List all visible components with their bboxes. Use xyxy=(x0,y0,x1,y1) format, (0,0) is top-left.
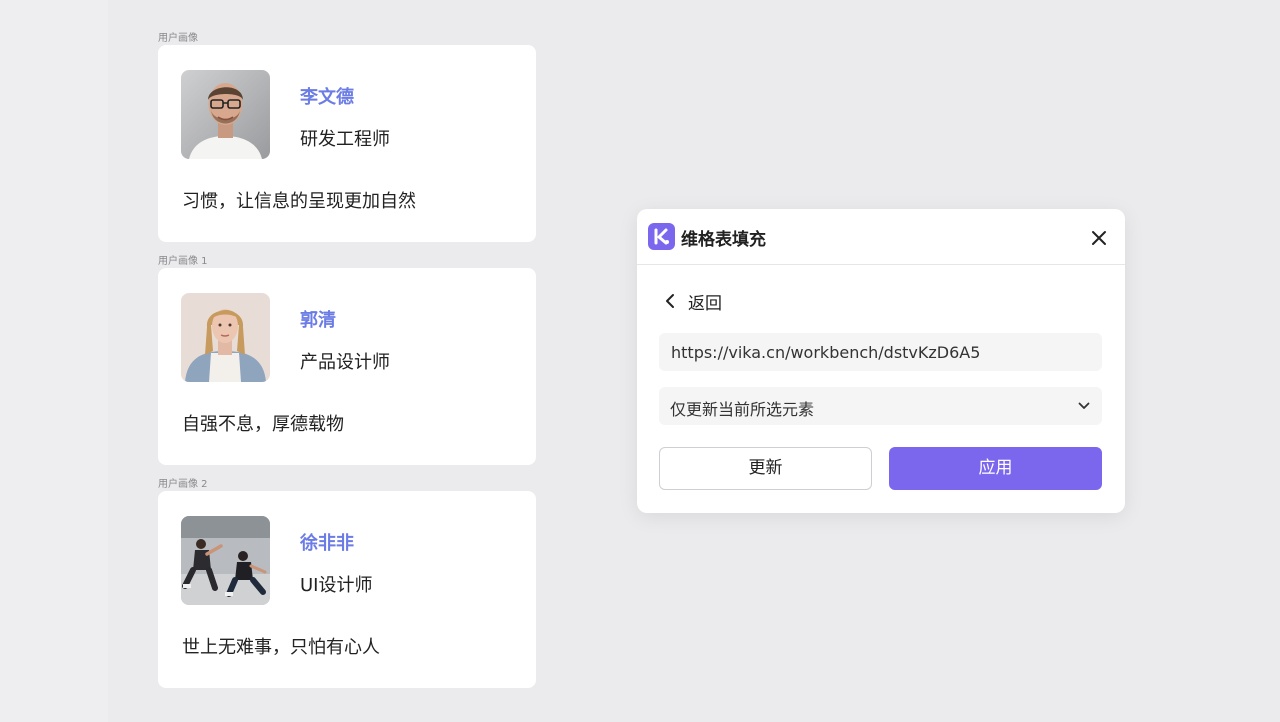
user-motto: 世上无难事，只怕有心人 xyxy=(182,637,380,658)
avatar xyxy=(181,516,270,605)
user-profile-card[interactable]: 徐非非 UI设计师 世上无难事，只怕有心人 xyxy=(158,491,536,688)
dialog-title: 维格表填充 xyxy=(681,230,766,250)
user-profile-card[interactable]: 郭清 产品设计师 自强不息，厚德载物 xyxy=(158,268,536,465)
canvas-edge xyxy=(0,0,108,722)
avatar xyxy=(181,293,270,382)
frame-label[interactable]: 用户画像 xyxy=(158,29,198,44)
update-scope-select[interactable]: 仅更新当前所选元素 xyxy=(659,387,1102,425)
user-motto: 习惯，让信息的呈现更加自然 xyxy=(182,191,416,212)
user-name: 徐非非 xyxy=(300,533,354,554)
close-icon[interactable] xyxy=(1087,226,1111,250)
vika-logo-icon xyxy=(648,223,675,250)
user-profile-card[interactable]: 李文德 研发工程师 习惯，让信息的呈现更加自然 xyxy=(158,45,536,242)
select-value: 仅更新当前所选元素 xyxy=(670,400,815,419)
dialog-header: 维格表填充 xyxy=(637,209,1125,265)
user-role: 产品设计师 xyxy=(300,352,390,373)
user-name: 郭清 xyxy=(300,310,336,331)
vika-fill-dialog: 维格表填充 返回 仅更新当前所选元素 更新 应用 xyxy=(637,209,1125,513)
update-button[interactable]: 更新 xyxy=(659,447,872,490)
man-with-glasses-photo xyxy=(181,70,270,159)
frame-label[interactable]: 用户画像 1 xyxy=(158,252,208,267)
chevron-left-icon xyxy=(666,294,674,308)
breakdancers-photo xyxy=(181,516,270,605)
frame-label[interactable]: 用户画像 2 xyxy=(158,475,208,490)
datasheet-url-input[interactable] xyxy=(659,333,1102,371)
chevron-down-icon xyxy=(1078,402,1090,409)
user-role: 研发工程师 xyxy=(300,129,390,150)
woman-denim-jacket-photo xyxy=(181,293,270,382)
user-motto: 自强不息，厚德载物 xyxy=(182,414,344,435)
user-role: UI设计师 xyxy=(300,575,373,596)
avatar xyxy=(181,70,270,159)
user-name: 李文德 xyxy=(300,87,354,108)
back-label: 返回 xyxy=(688,294,722,314)
apply-button[interactable]: 应用 xyxy=(889,447,1102,490)
